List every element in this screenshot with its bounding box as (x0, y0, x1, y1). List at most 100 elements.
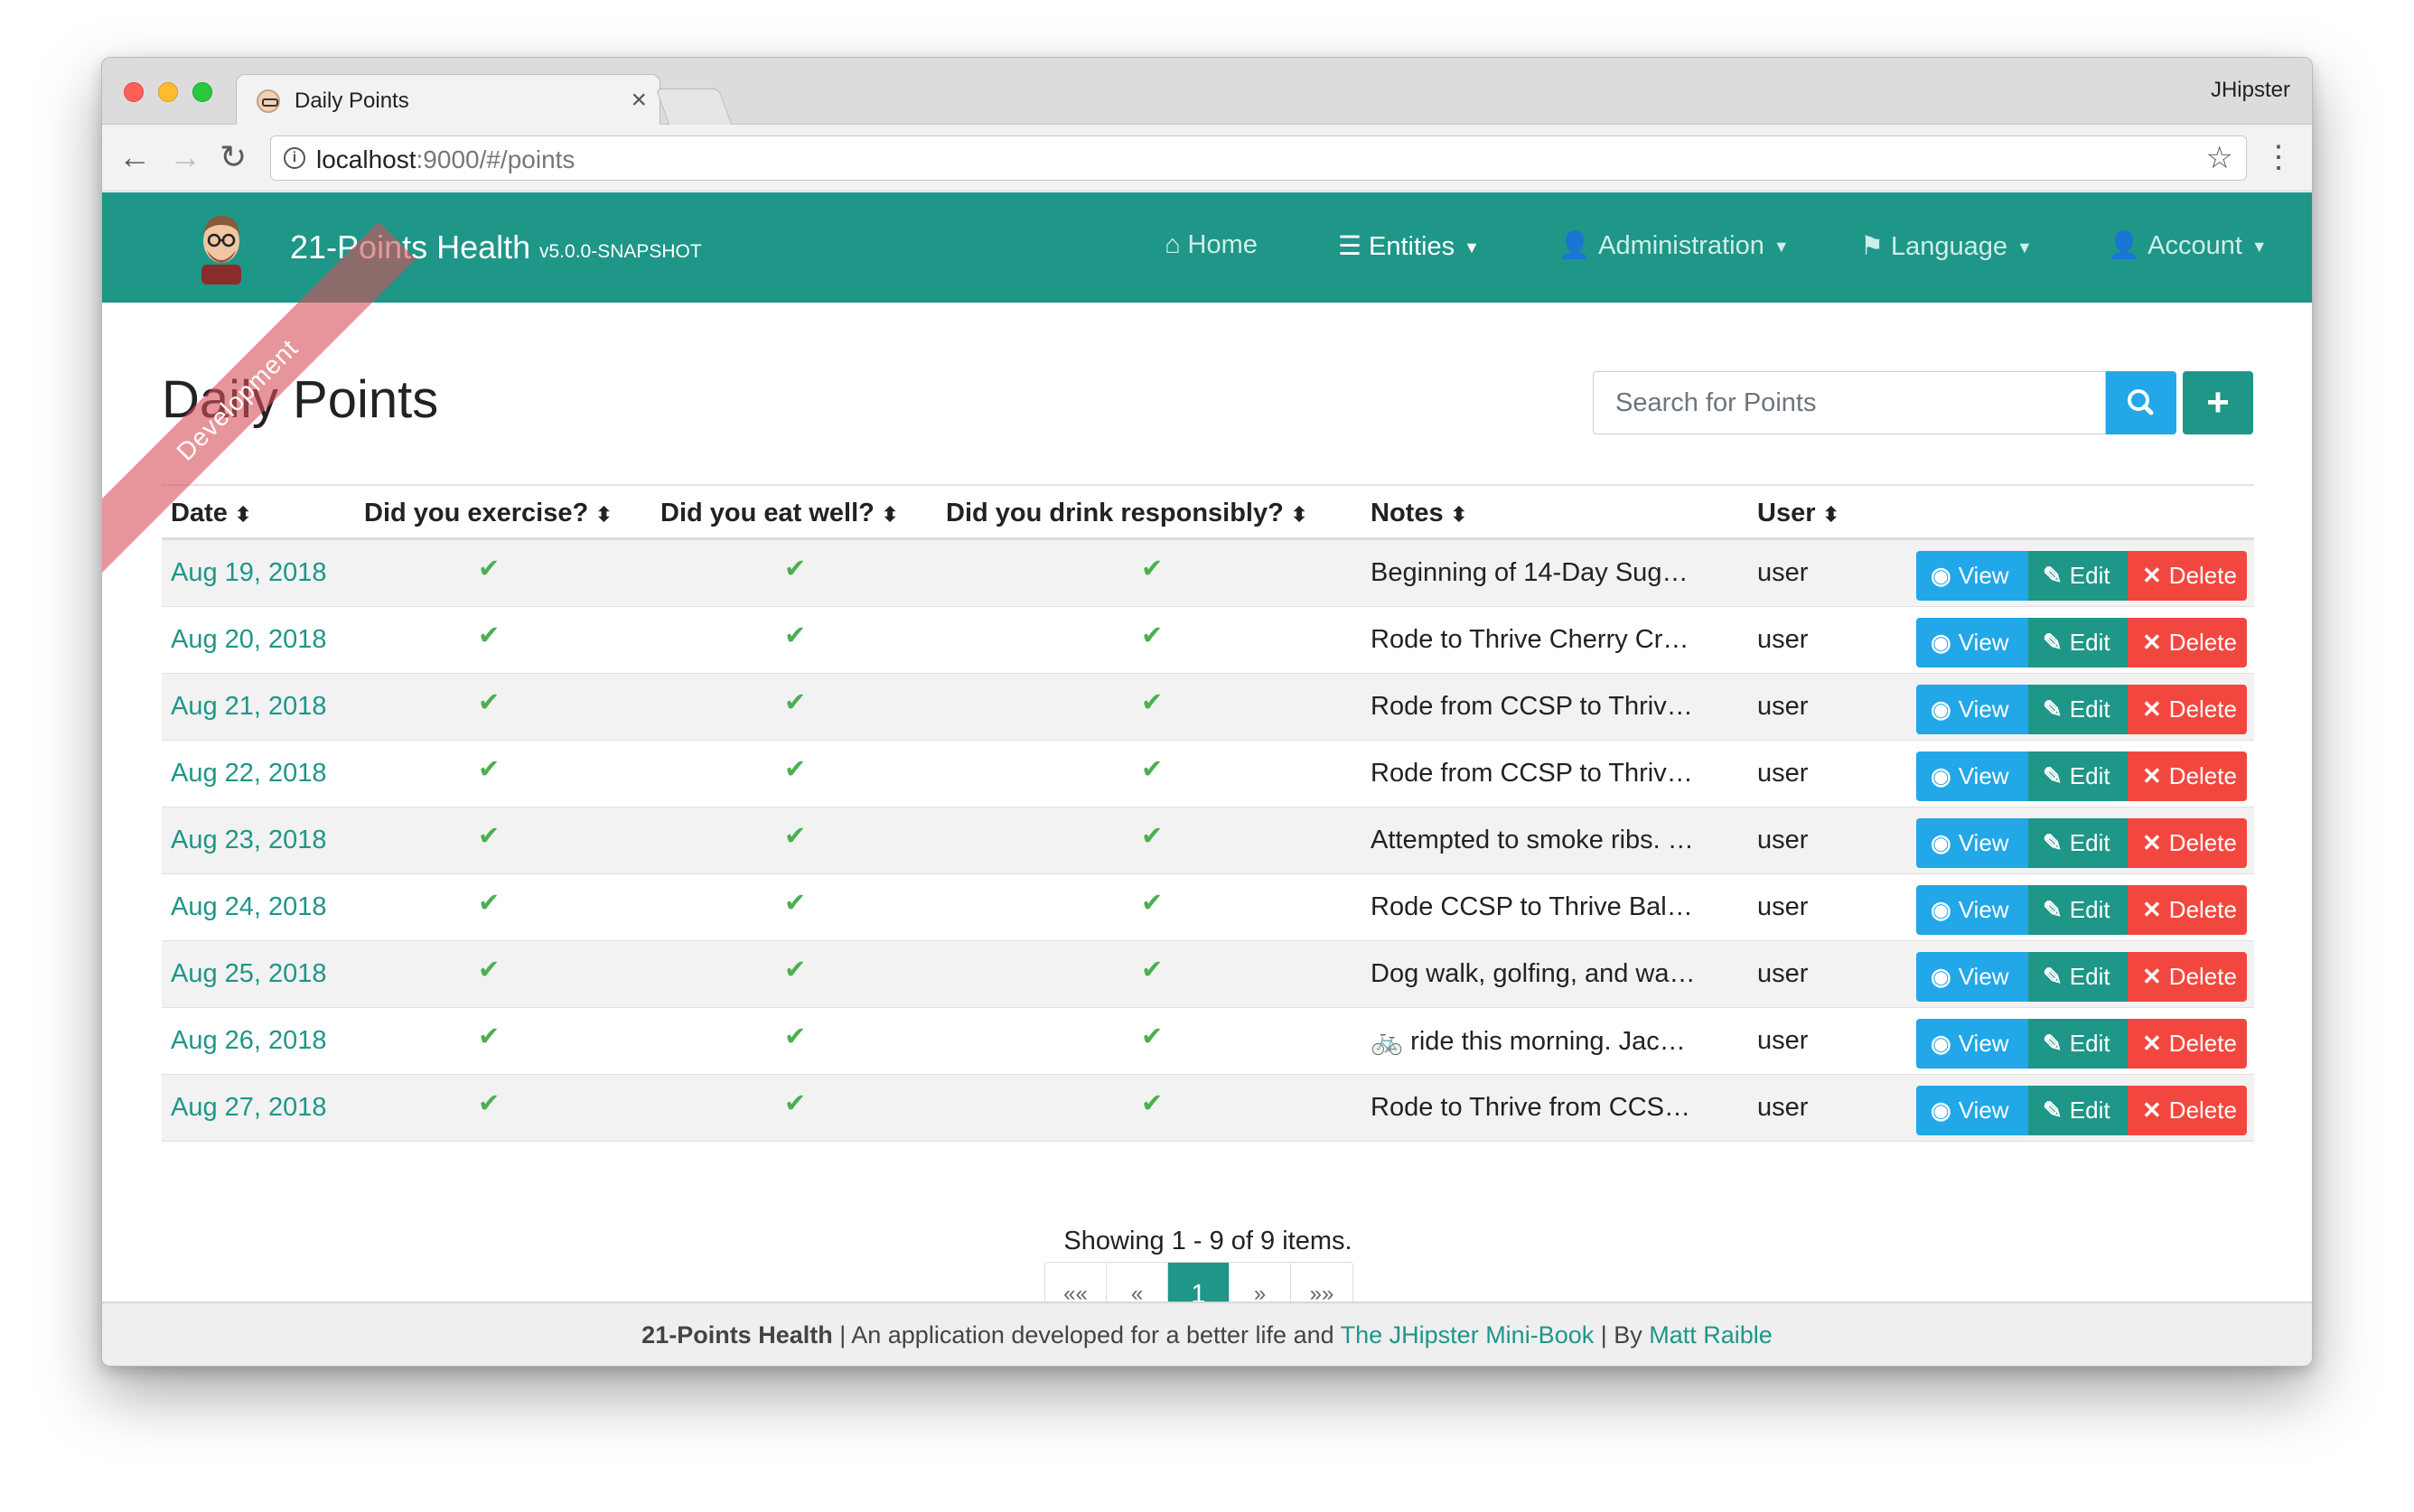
nav-account[interactable]: 👤 Account ▼ (2108, 230, 2268, 261)
row-date-link[interactable]: Aug 27, 2018 (171, 1093, 327, 1123)
edit-button-label: Edit (2069, 829, 2110, 856)
view-button[interactable]: ◉ View (1916, 1019, 2028, 1069)
row-notes: Rode CCSP to Thrive Bal… (1371, 892, 1693, 921)
user-plus-icon: 👤 (1558, 231, 1592, 260)
bookmark-star-icon[interactable]: ☆ (2206, 140, 2233, 176)
close-tab-icon[interactable]: × (631, 85, 647, 116)
edit-button[interactable]: ✎ Edit (2028, 751, 2128, 801)
new-tab-button[interactable] (655, 89, 733, 125)
row-date-link[interactable]: Aug 20, 2018 (171, 625, 327, 655)
alcohol-check-icon: ✔ (1141, 621, 1164, 650)
row-date-link[interactable]: Aug 23, 2018 (171, 826, 327, 855)
delete-button[interactable]: ✕ Delete (2128, 751, 2247, 801)
address-bar[interactable]: i localhost:9000/#/points ☆ (270, 135, 2247, 181)
edit-button-label: Edit (2069, 1030, 2110, 1057)
row-date-link[interactable]: Aug 22, 2018 (171, 759, 327, 789)
logo-avatar-icon[interactable] (189, 210, 254, 285)
delete-button-label: Delete (2168, 762, 2237, 789)
footer-author-link[interactable]: Matt Raible (1649, 1321, 1773, 1349)
row-date-link[interactable]: Aug 26, 2018 (171, 1026, 327, 1056)
chevron-down-icon: ▼ (1773, 237, 1790, 256)
alcohol-check-icon: ✔ (1141, 1022, 1164, 1051)
view-button-label: View (1958, 896, 2009, 923)
row-actions: ◉ View ✎ Edit ✕ Delete (1916, 818, 2247, 868)
header-user[interactable]: User ⬍ (1757, 499, 1839, 528)
search-input[interactable] (1593, 371, 2106, 434)
view-button[interactable]: ◉ View (1916, 952, 2028, 1002)
close-window-button[interactable] (124, 82, 144, 102)
row-user: user (1757, 826, 1809, 854)
nav-home[interactable]: ⌂ Home (1165, 230, 1258, 260)
edit-button[interactable]: ✎ Edit (2028, 1019, 2128, 1069)
pencil-icon: ✎ (2043, 896, 2063, 923)
search-button[interactable] (2106, 371, 2176, 434)
view-button[interactable]: ◉ View (1916, 885, 2028, 935)
browser-menu-icon[interactable]: ⋮ (2263, 137, 2294, 177)
view-button[interactable]: ◉ View (1916, 818, 2028, 868)
edit-button[interactable]: ✎ Edit (2028, 885, 2128, 935)
nav-administration[interactable]: 👤 Administration ▼ (1558, 230, 1790, 261)
plus-icon: + (2206, 380, 2230, 425)
row-user: user (1757, 959, 1809, 988)
edit-button[interactable]: ✎ Edit (2028, 818, 2128, 868)
row-date-link[interactable]: Aug 24, 2018 (171, 892, 327, 922)
url-text[interactable]: localhost:9000/#/points (316, 145, 575, 174)
alcohol-check-icon: ✔ (1141, 889, 1164, 918)
exercise-check-icon: ✔ (478, 889, 501, 918)
delete-button[interactable]: ✕ Delete (2128, 1086, 2247, 1135)
reload-icon[interactable]: ↻ (220, 137, 247, 177)
header-notes[interactable]: Notes ⬍ (1371, 499, 1467, 528)
items-count-text: Showing 1 - 9 of 9 items. (1063, 1227, 1352, 1255)
view-button[interactable]: ◉ View (1916, 1086, 2028, 1135)
nav-home-label: Home (1187, 230, 1258, 259)
header-alcohol[interactable]: Did you drink responsibly? ⬍ (946, 499, 1307, 528)
add-point-button[interactable]: + (2183, 371, 2253, 434)
header-date[interactable]: Date ⬍ (171, 499, 251, 528)
delete-button[interactable]: ✕ Delete (2128, 1019, 2247, 1069)
user-icon: 👤 (2108, 231, 2141, 260)
row-date-link[interactable]: Aug 25, 2018 (171, 959, 327, 989)
edit-button[interactable]: ✎ Edit (2028, 551, 2128, 601)
edit-button-label: Edit (2069, 562, 2110, 589)
browser-profile-name[interactable]: JHipster (2211, 78, 2290, 103)
delete-button[interactable]: ✕ Delete (2128, 618, 2247, 667)
view-button[interactable]: ◉ View (1916, 618, 2028, 667)
delete-button[interactable]: ✕ Delete (2128, 685, 2247, 734)
footer-book-link[interactable]: The JHipster Mini-Book (1341, 1321, 1595, 1349)
nav-entities[interactable]: ☰ Entities ▼ (1338, 230, 1480, 262)
forward-arrow-icon[interactable]: → (169, 137, 201, 177)
table-header-row: Date ⬍ Did you exercise? ⬍ Did you eat wel… (162, 484, 2254, 540)
pencil-icon: ✎ (2043, 1097, 2063, 1124)
delete-button[interactable]: ✕ Delete (2128, 551, 2247, 601)
search-icon (2128, 389, 2154, 415)
view-button[interactable]: ◉ View (1916, 685, 2028, 734)
minimize-window-button[interactable] (158, 82, 178, 102)
footer-text-1: | An application developed for a better … (832, 1321, 1341, 1349)
delete-button[interactable]: ✕ Delete (2128, 818, 2247, 868)
row-date-link[interactable]: Aug 19, 2018 (171, 558, 327, 588)
back-arrow-icon[interactable]: ← (118, 137, 151, 177)
edit-button-label: Edit (2069, 762, 2110, 789)
view-button-label: View (1958, 629, 2009, 656)
header-meals[interactable]: Did you eat well? ⬍ (660, 499, 898, 528)
brand-version: v5.0.0-SNAPSHOT (539, 241, 702, 262)
edit-button[interactable]: ✎ Edit (2028, 618, 2128, 667)
row-notes: Attempted to smoke ribs. … (1371, 826, 1694, 854)
row-user: user (1757, 892, 1809, 921)
table-row: Aug 25, 2018 ✔ ✔ ✔ Dog walk, golfing, and wa… (162, 941, 2254, 1008)
info-icon[interactable]: i (284, 147, 305, 169)
view-button[interactable]: ◉ View (1916, 751, 2028, 801)
edit-button[interactable]: ✎ Edit (2028, 952, 2128, 1002)
header-exercise[interactable]: Did you exercise? ⬍ (364, 499, 613, 528)
browser-tab[interactable]: Daily Points × (236, 74, 660, 126)
sort-icon: ⬍ (1822, 503, 1839, 526)
nav-language[interactable]: ⚑ Language ▼ (1860, 230, 2033, 262)
delete-button[interactable]: ✕ Delete (2128, 885, 2247, 935)
zoom-window-button[interactable] (192, 82, 212, 102)
view-button-label: View (1958, 562, 2009, 589)
edit-button[interactable]: ✎ Edit (2028, 685, 2128, 734)
delete-button[interactable]: ✕ Delete (2128, 952, 2247, 1002)
view-button[interactable]: ◉ View (1916, 551, 2028, 601)
edit-button[interactable]: ✎ Edit (2028, 1086, 2128, 1135)
row-date-link[interactable]: Aug 21, 2018 (171, 692, 327, 722)
